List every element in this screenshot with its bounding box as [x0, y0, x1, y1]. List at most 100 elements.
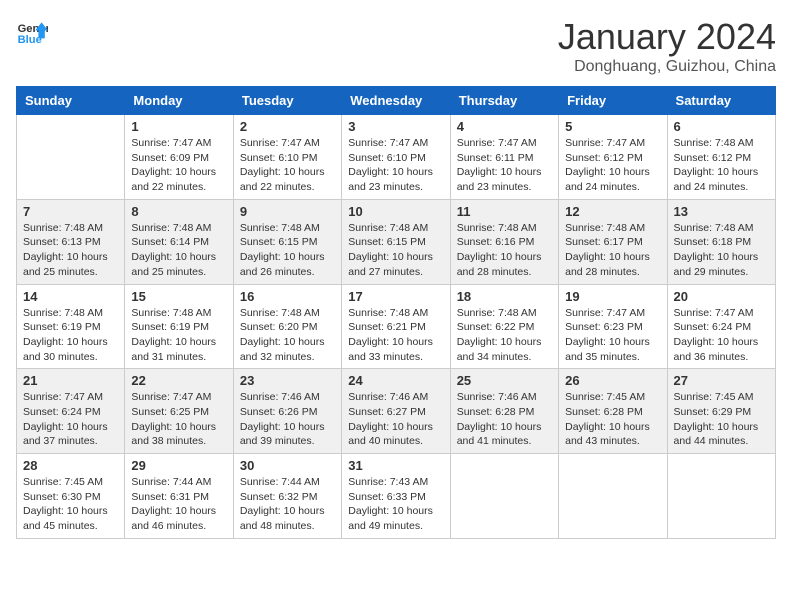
- calendar-cell: [667, 454, 775, 539]
- day-number: 28: [23, 458, 118, 473]
- day-number: 10: [348, 204, 443, 219]
- calendar-cell: 8 Sunrise: 7:48 AM Sunset: 6:14 PM Daylig…: [125, 199, 233, 284]
- day-number: 11: [457, 204, 552, 219]
- calendar-header-wednesday: Wednesday: [342, 87, 450, 115]
- calendar-header-tuesday: Tuesday: [233, 87, 341, 115]
- calendar-cell: 19 Sunrise: 7:47 AM Sunset: 6:23 PM Dayli…: [559, 284, 667, 369]
- calendar-cell: 1 Sunrise: 7:47 AM Sunset: 6:09 PM Daylig…: [125, 115, 233, 200]
- calendar-cell: 18Sunrise: 7:48 AM Sunset: 6:22 PM Dayli…: [450, 284, 558, 369]
- day-info: Sunrise: 7:45 AM Sunset: 6:28 PM Dayligh…: [565, 390, 660, 449]
- calendar-cell: 4 Sunrise: 7:47 AM Sunset: 6:11 PM Daylig…: [450, 115, 558, 200]
- calendar-cell: 13 Sunrise: 7:48 AM Sunset: 6:18 PM Dayli…: [667, 199, 775, 284]
- day-info: Sunrise: 7:47 AM Sunset: 6:11 PM Dayligh…: [457, 136, 552, 195]
- calendar-cell: 15Sunrise: 7:48 AM Sunset: 6:19 PM Dayli…: [125, 284, 233, 369]
- day-info: Sunrise: 7:48 AM Sunset: 6:16 PM Dayligh…: [457, 221, 552, 280]
- calendar-cell: 12Sunrise: 7:48 AM Sunset: 6:17 PM Dayli…: [559, 199, 667, 284]
- day-info: Sunrise: 7:48 AM Sunset: 6:20 PM Dayligh…: [240, 306, 335, 365]
- day-info: Sunrise: 7:48 AM Sunset: 6:14 PM Dayligh…: [131, 221, 226, 280]
- day-number: 15: [131, 289, 226, 304]
- day-info: Sunrise: 7:44 AM Sunset: 6:32 PM Dayligh…: [240, 475, 335, 534]
- calendar-cell: 26 Sunrise: 7:45 AM Sunset: 6:28 PM Dayli…: [559, 369, 667, 454]
- day-number: 1: [131, 119, 226, 134]
- calendar-cell: [559, 454, 667, 539]
- day-info: Sunrise: 7:48 AM Sunset: 6:22 PM Dayligh…: [457, 306, 552, 365]
- title-section: January 2024 Donghuang, Guizhou, China: [558, 16, 776, 76]
- svg-text:Blue: Blue: [18, 34, 42, 46]
- calendar-table: SundayMondayTuesdayWednesdayThursdayFrid…: [16, 86, 776, 539]
- day-info: Sunrise: 7:47 AM Sunset: 6:23 PM Dayligh…: [565, 306, 660, 365]
- page-header: General Blue January 2024 Donghuang, Gui…: [16, 16, 776, 76]
- day-info: Sunrise: 7:46 AM Sunset: 6:28 PM Dayligh…: [457, 390, 552, 449]
- calendar-header-row: SundayMondayTuesdayWednesdayThursdayFrid…: [17, 87, 776, 115]
- day-info: Sunrise: 7:46 AM Sunset: 6:27 PM Dayligh…: [348, 390, 443, 449]
- day-number: 3: [348, 119, 443, 134]
- calendar-week-row: 21 Sunrise: 7:47 AM Sunset: 6:24 PM Dayli…: [17, 369, 776, 454]
- calendar-cell: 14Sunrise: 7:48 AM Sunset: 6:19 PM Dayli…: [17, 284, 125, 369]
- day-number: 9: [240, 204, 335, 219]
- day-info: Sunrise: 7:47 AM Sunset: 6:24 PM Dayligh…: [23, 390, 118, 449]
- day-number: 27: [674, 373, 769, 388]
- calendar-cell: 9Sunrise: 7:48 AM Sunset: 6:15 PM Daylig…: [233, 199, 341, 284]
- day-number: 5: [565, 119, 660, 134]
- day-info: Sunrise: 7:47 AM Sunset: 6:10 PM Dayligh…: [240, 136, 335, 195]
- calendar-cell: 22Sunrise: 7:47 AM Sunset: 6:25 PM Dayli…: [125, 369, 233, 454]
- day-number: 6: [674, 119, 769, 134]
- location-subtitle: Donghuang, Guizhou, China: [558, 58, 776, 76]
- calendar-cell: 31Sunrise: 7:43 AM Sunset: 6:33 PM Dayli…: [342, 454, 450, 539]
- calendar-week-row: 1 Sunrise: 7:47 AM Sunset: 6:09 PM Daylig…: [17, 115, 776, 200]
- calendar-cell: 16 Sunrise: 7:48 AM Sunset: 6:20 PM Dayli…: [233, 284, 341, 369]
- calendar-cell: 24 Sunrise: 7:46 AM Sunset: 6:27 PM Dayli…: [342, 369, 450, 454]
- day-number: 26: [565, 373, 660, 388]
- day-info: Sunrise: 7:48 AM Sunset: 6:18 PM Dayligh…: [674, 221, 769, 280]
- day-info: Sunrise: 7:44 AM Sunset: 6:31 PM Dayligh…: [131, 475, 226, 534]
- day-number: 19: [565, 289, 660, 304]
- calendar-cell: 2 Sunrise: 7:47 AM Sunset: 6:10 PM Daylig…: [233, 115, 341, 200]
- month-year-title: January 2024: [558, 16, 776, 58]
- day-number: 30: [240, 458, 335, 473]
- calendar-cell: [17, 115, 125, 200]
- day-info: Sunrise: 7:48 AM Sunset: 6:15 PM Dayligh…: [348, 221, 443, 280]
- logo: General Blue: [16, 16, 48, 48]
- calendar-week-row: 7Sunrise: 7:48 AM Sunset: 6:13 PM Daylig…: [17, 199, 776, 284]
- calendar-cell: 17Sunrise: 7:48 AM Sunset: 6:21 PM Dayli…: [342, 284, 450, 369]
- calendar-cell: 25 Sunrise: 7:46 AM Sunset: 6:28 PM Dayli…: [450, 369, 558, 454]
- calendar-cell: 7Sunrise: 7:48 AM Sunset: 6:13 PM Daylig…: [17, 199, 125, 284]
- day-info: Sunrise: 7:48 AM Sunset: 6:12 PM Dayligh…: [674, 136, 769, 195]
- day-info: Sunrise: 7:47 AM Sunset: 6:12 PM Dayligh…: [565, 136, 660, 195]
- calendar-cell: 30 Sunrise: 7:44 AM Sunset: 6:32 PM Dayli…: [233, 454, 341, 539]
- day-info: Sunrise: 7:45 AM Sunset: 6:29 PM Dayligh…: [674, 390, 769, 449]
- day-number: 8: [131, 204, 226, 219]
- calendar-cell: 11 Sunrise: 7:48 AM Sunset: 6:16 PM Dayli…: [450, 199, 558, 284]
- calendar-cell: [450, 454, 558, 539]
- logo-icon: General Blue: [16, 16, 48, 48]
- day-number: 25: [457, 373, 552, 388]
- day-number: 20: [674, 289, 769, 304]
- calendar-header-saturday: Saturday: [667, 87, 775, 115]
- calendar-cell: 3 Sunrise: 7:47 AM Sunset: 6:10 PM Daylig…: [342, 115, 450, 200]
- day-info: Sunrise: 7:47 AM Sunset: 6:09 PM Dayligh…: [131, 136, 226, 195]
- calendar-cell: 20Sunrise: 7:47 AM Sunset: 6:24 PM Dayli…: [667, 284, 775, 369]
- day-number: 21: [23, 373, 118, 388]
- calendar-header-monday: Monday: [125, 87, 233, 115]
- calendar-week-row: 14Sunrise: 7:48 AM Sunset: 6:19 PM Dayli…: [17, 284, 776, 369]
- calendar-cell: 23Sunrise: 7:46 AM Sunset: 6:26 PM Dayli…: [233, 369, 341, 454]
- day-info: Sunrise: 7:46 AM Sunset: 6:26 PM Dayligh…: [240, 390, 335, 449]
- calendar-cell: 6 Sunrise: 7:48 AM Sunset: 6:12 PM Daylig…: [667, 115, 775, 200]
- calendar-header-thursday: Thursday: [450, 87, 558, 115]
- day-number: 16: [240, 289, 335, 304]
- day-info: Sunrise: 7:48 AM Sunset: 6:21 PM Dayligh…: [348, 306, 443, 365]
- calendar-cell: 21 Sunrise: 7:47 AM Sunset: 6:24 PM Dayli…: [17, 369, 125, 454]
- calendar-cell: 28Sunrise: 7:45 AM Sunset: 6:30 PM Dayli…: [17, 454, 125, 539]
- calendar-week-row: 28Sunrise: 7:45 AM Sunset: 6:30 PM Dayli…: [17, 454, 776, 539]
- day-info: Sunrise: 7:48 AM Sunset: 6:19 PM Dayligh…: [23, 306, 118, 365]
- day-number: 2: [240, 119, 335, 134]
- day-info: Sunrise: 7:48 AM Sunset: 6:13 PM Dayligh…: [23, 221, 118, 280]
- day-number: 29: [131, 458, 226, 473]
- day-number: 31: [348, 458, 443, 473]
- calendar-header-sunday: Sunday: [17, 87, 125, 115]
- day-info: Sunrise: 7:47 AM Sunset: 6:10 PM Dayligh…: [348, 136, 443, 195]
- day-number: 13: [674, 204, 769, 219]
- day-number: 4: [457, 119, 552, 134]
- calendar-cell: 10 Sunrise: 7:48 AM Sunset: 6:15 PM Dayli…: [342, 199, 450, 284]
- day-number: 24: [348, 373, 443, 388]
